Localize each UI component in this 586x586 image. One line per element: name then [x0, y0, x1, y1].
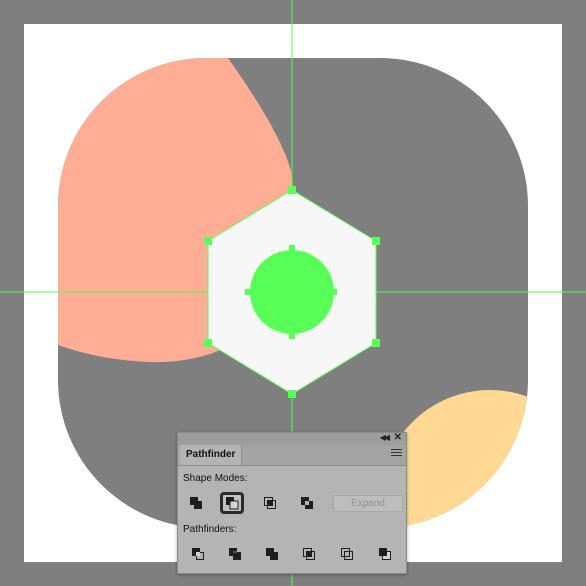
merge-button[interactable] [260, 543, 284, 565]
minus-back-icon [379, 548, 391, 560]
pathfinder-panel: ◀◀ ✕ Pathfinder Shape Modes: Expand Path… [177, 432, 407, 574]
minus-front-button[interactable] [220, 492, 244, 514]
shape-modes-label: Shape Modes: [183, 473, 248, 484]
outline-icon [341, 548, 353, 560]
crop-button[interactable] [297, 543, 321, 565]
tab-pathfinder[interactable]: Pathfinder [180, 445, 243, 465]
exclude-button[interactable] [295, 492, 319, 514]
minus-front-icon [226, 497, 239, 510]
minus-back-button[interactable] [373, 543, 397, 565]
anchor-point[interactable] [288, 186, 296, 194]
anchor-point[interactable] [331, 289, 337, 295]
unite-button[interactable] [184, 492, 208, 514]
trim-button[interactable] [223, 543, 247, 565]
anchor-point[interactable] [289, 333, 295, 339]
divide-button[interactable] [186, 543, 210, 565]
anchor-point[interactable] [204, 339, 212, 347]
exclude-icon [301, 497, 313, 509]
anchor-point[interactable] [288, 390, 296, 398]
green-circle[interactable] [250, 250, 334, 334]
anchor-point[interactable] [204, 237, 212, 245]
anchor-point[interactable] [245, 289, 251, 295]
divide-icon [192, 548, 204, 560]
trim-icon [229, 548, 241, 560]
outline-button[interactable] [335, 543, 359, 565]
expand-button[interactable]: Expand [333, 495, 403, 512]
pathfinders-label: Pathfinders: [183, 524, 237, 535]
intersect-button[interactable] [258, 492, 282, 514]
panel-tab-row: Pathfinder [178, 445, 406, 466]
intersect-icon [264, 497, 276, 509]
anchor-point[interactable] [372, 339, 380, 347]
merge-icon [266, 548, 278, 560]
unite-icon [190, 497, 202, 509]
panel-menu-icon[interactable] [391, 449, 402, 460]
collapse-icon[interactable]: ◀◀ [380, 432, 390, 444]
crop-icon [303, 548, 315, 560]
close-icon[interactable]: ✕ [394, 432, 402, 444]
anchor-point[interactable] [372, 237, 380, 245]
anchor-point[interactable] [289, 245, 295, 251]
